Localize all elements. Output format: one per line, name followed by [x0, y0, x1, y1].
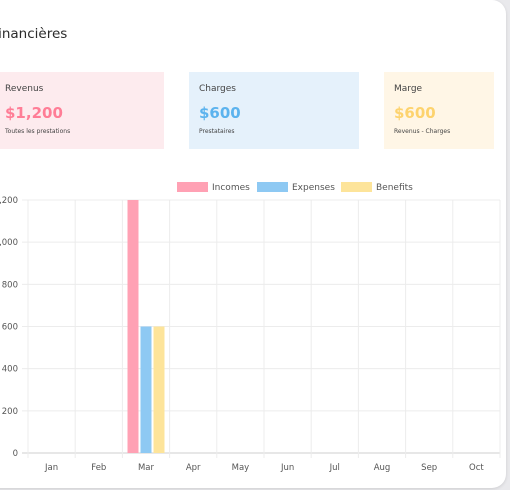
y-tick-label: 200: [2, 407, 18, 417]
bar-benefits: [153, 326, 165, 453]
x-tick-label: May: [232, 463, 250, 473]
y-tick-label: 600: [2, 323, 18, 333]
y-tick-label: 0: [13, 449, 18, 459]
x-tick-label: Feb: [91, 463, 106, 473]
x-tick-label: Jul: [329, 463, 340, 473]
y-tick-label: 400: [2, 365, 18, 375]
legend-label-incomes: Incomes: [212, 183, 250, 193]
legend-swatch-expenses: [257, 182, 288, 192]
y-tick-label: ,200: [0, 196, 18, 206]
legend-label-benefits: Benefits: [376, 183, 413, 193]
y-tick-label: 800: [2, 280, 18, 290]
x-tick-label: Jun: [280, 463, 294, 473]
x-tick-label: Mar: [138, 463, 155, 473]
x-tick-label: Apr: [186, 463, 201, 473]
x-tick-label: Oct: [469, 463, 484, 473]
bar-expenses: [140, 326, 152, 453]
legend-swatch-incomes: [177, 182, 208, 192]
y-tick-label: ,000: [0, 238, 18, 248]
x-tick-label: Aug: [374, 463, 391, 473]
x-tick-label: Sep: [421, 463, 437, 473]
legend-swatch-benefits: [341, 182, 372, 192]
bar-incomes: [127, 200, 139, 453]
legend-label-expenses: Expenses: [292, 183, 335, 193]
bar-chart: ,200 ,000 800 600 400 200 0 Jan Feb Mar Apr May Jun J…: [0, 182, 501, 473]
x-tick-label: Jan: [44, 463, 58, 473]
